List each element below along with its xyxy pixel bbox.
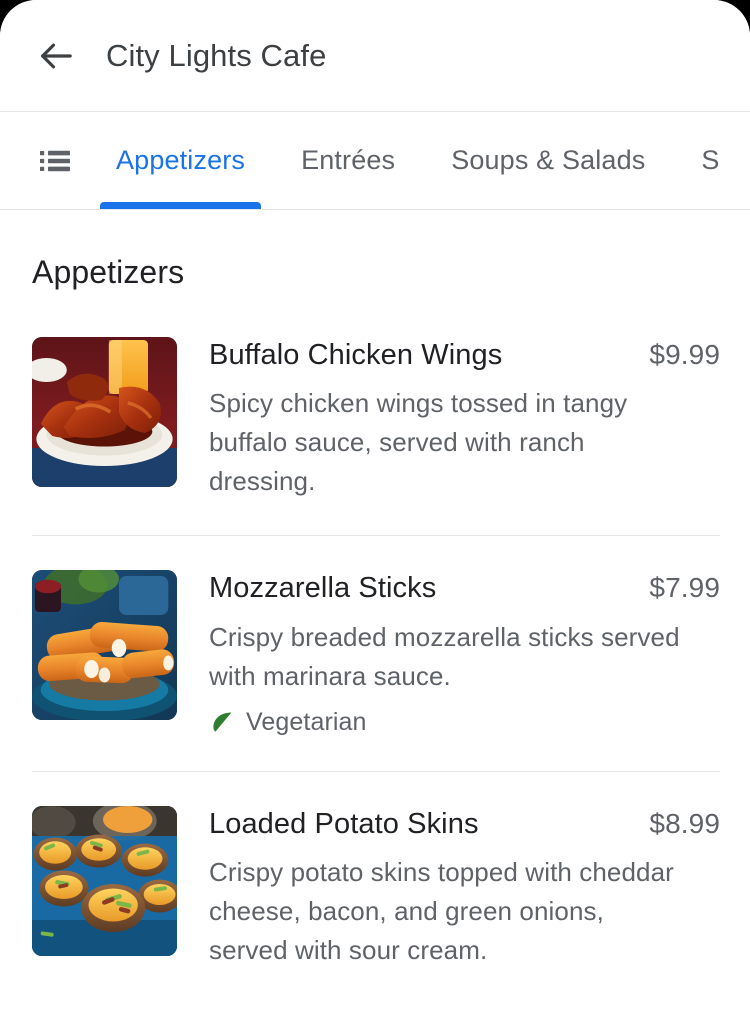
list-divider [32,770,720,772]
menu-item-name: Mozzarella Sticks [209,572,437,605]
page-title: City Lights Cafe [106,38,327,73]
tab-list: Appetizers Entrées Soups & Salads S [88,112,750,209]
tab-entrees[interactable]: Entrées [273,112,423,209]
menu-item-name: Buffalo Chicken Wings [209,339,503,371]
menu-item[interactable]: Mozzarella Sticks $7.99 Crispy breaded m… [0,570,750,736]
menu-item-description: Crispy breaded mozzarella sticks served … [209,621,680,691]
menu-item-name: Loaded Potato Skins [209,807,479,840]
list-divider [32,535,720,537]
leaf-icon [209,709,235,735]
menu-item-image [32,337,177,487]
menu-item-image [32,805,177,956]
list-bulleted-icon [40,150,70,172]
menu-list-button[interactable] [30,136,80,186]
menu-item-price: $7.99 [649,572,720,604]
menu-content: Appetizers Buffalo Chicken Wings $9.99 S… [0,210,750,971]
menu-item-body: Loaded Potato Skins $8.99 Crispy potato … [209,806,720,970]
tab-next-partial[interactable]: S [673,112,747,209]
menu-item-header: Loaded Potato Skins $8.99 [209,808,720,841]
back-button[interactable] [32,32,80,80]
category-tab-bar: Appetizers Entrées Soups & Salads S [0,112,750,210]
dietary-tag-vegetarian: Vegetarian [209,708,367,737]
menu-item-price: $9.99 [649,339,720,370]
menu-item-description: Crispy potato skins topped with cheddar … [209,857,674,966]
section-heading: Appetizers [32,254,185,290]
tab-soups-and-salads[interactable]: Soups & Salads [423,112,673,209]
app-bar: City Lights Cafe [0,0,750,112]
menu-item-description: Spicy chicken wings tossed in tangy buff… [209,388,628,497]
menu-item[interactable]: Buffalo Chicken Wings $9.99 Spicy chicke… [0,337,750,501]
menu-item[interactable]: Loaded Potato Skins $8.99 Crispy potato … [0,805,750,970]
menu-item-header: Buffalo Chicken Wings $9.99 [209,339,720,372]
menu-item-tags: Vegetarian [209,708,720,737]
menu-item-header: Mozzarella Sticks $7.99 [209,572,720,605]
menu-item-image [32,570,177,721]
tab-appetizers[interactable]: Appetizers [88,112,273,209]
app-screen: City Lights Cafe Appetizers Entrées Soup… [0,0,750,1010]
menu-item-body: Buffalo Chicken Wings $9.99 Spicy chicke… [209,337,720,501]
dietary-tag-label: Vegetarian [246,707,367,736]
menu-item-body: Mozzarella Sticks $7.99 Crispy breaded m… [209,570,720,736]
menu-item-price: $8.99 [649,807,720,839]
arrow-back-icon [36,36,76,76]
